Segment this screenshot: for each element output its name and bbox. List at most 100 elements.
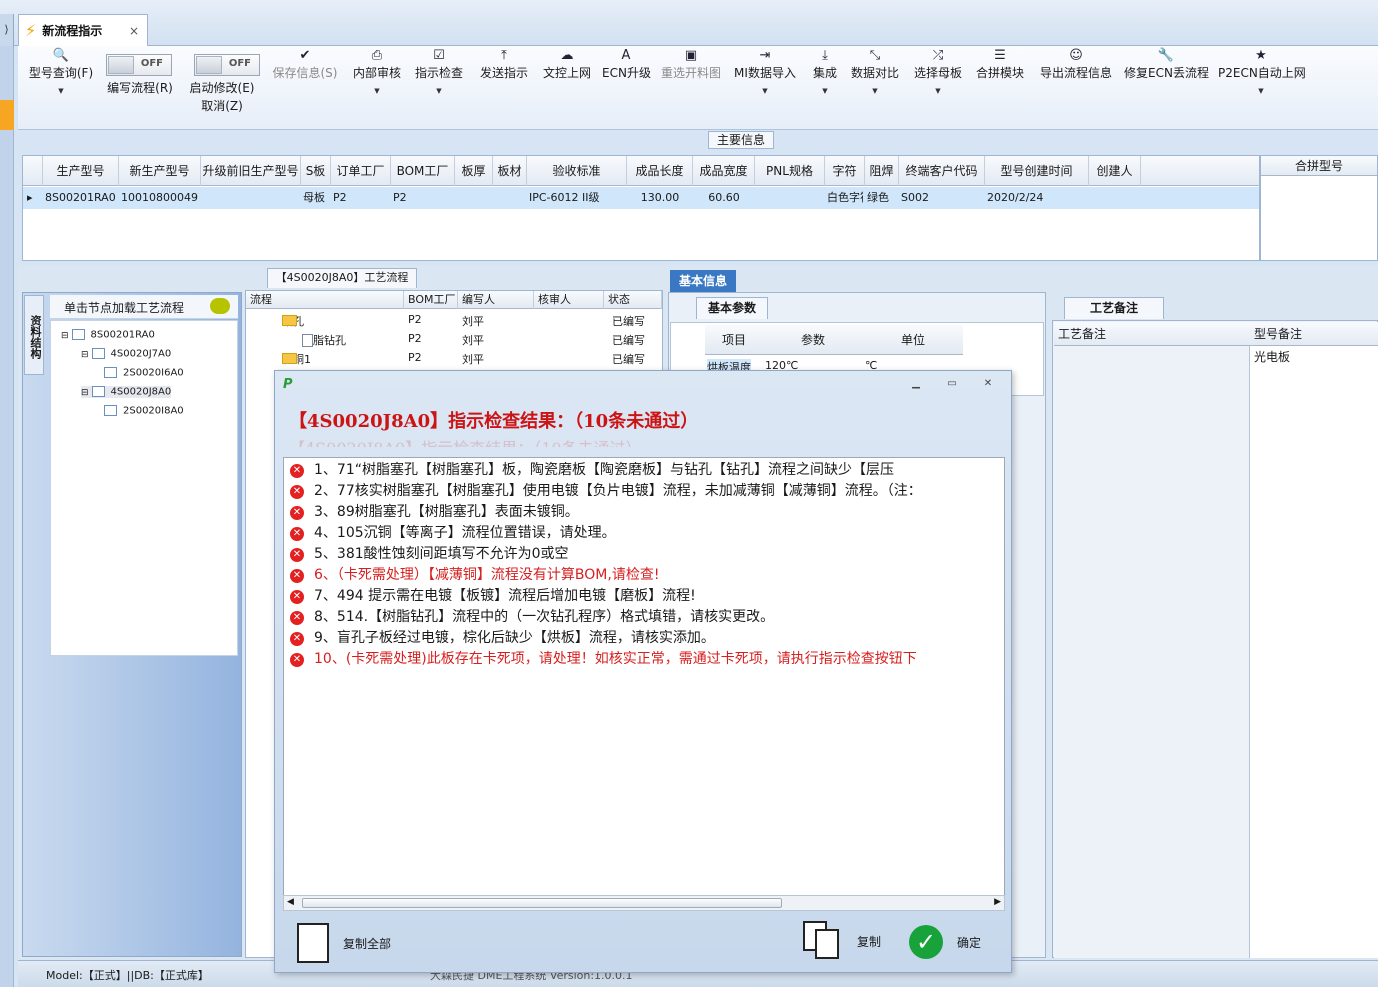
table-cell[interactable]: 130.00 — [629, 187, 691, 209]
tree-node[interactable]: 2S0020I6A0 — [101, 367, 184, 379]
tree-node[interactable]: ⊟ 8S00201RA0 — [61, 329, 155, 341]
ribbon-button-4[interactable]: ⤒ 发送指示 — [476, 48, 532, 82]
dropdown-arrow-icon[interactable]: ▼ — [414, 86, 464, 96]
table-cell[interactable] — [757, 187, 823, 209]
table-cell[interactable] — [495, 187, 525, 209]
dropdown-arrow-icon[interactable]: ▼ — [912, 86, 964, 96]
start-modify-label[interactable]: 启动修改(E) — [186, 80, 258, 97]
table-cell[interactable]: P2 — [393, 187, 453, 209]
scrollbar-thumb[interactable] — [302, 898, 782, 908]
tree-node[interactable]: ⊟ 4S0020J7A0 — [81, 348, 171, 360]
ribbon-button-6[interactable]: A ECN升级 — [602, 48, 651, 82]
column-header[interactable]: 验收标准 — [527, 156, 627, 186]
column-header[interactable]: 订单工厂 — [331, 156, 391, 186]
ribbon-button-3[interactable]: ☑ 指示检查 ▼ — [414, 48, 464, 96]
table-row[interactable]: 沉铜1P2刘平已编写 — [246, 349, 662, 368]
table-cell[interactable]: 母板 — [303, 187, 329, 209]
ribbon-button-13[interactable]: ☺ 导出流程信息 — [1036, 48, 1116, 82]
list-item[interactable]: ✕ 7、494 提示需在电镀【板镀】流程后增加电镀【磨板】流程! — [286, 586, 1002, 607]
table-cell[interactable]: P2 — [333, 187, 389, 209]
column-header[interactable]: 单位 — [863, 325, 963, 355]
ribbon-button-7[interactable]: ▣ 重选开料图 — [660, 48, 722, 82]
column-header[interactable]: 终端客户代码 — [899, 156, 985, 186]
table-cell[interactable]: 绿色 — [867, 187, 897, 209]
write-flow-toggle[interactable]: OFF — [106, 54, 172, 76]
ribbon-button-10[interactable]: ⤡ 数据对比 ▼ — [848, 48, 902, 96]
ribbon-button-15[interactable]: ★ P2ECN自动上网 ▼ — [1218, 48, 1306, 96]
close-tab-icon[interactable]: × — [129, 24, 139, 38]
table-cell[interactable]: 60.60 — [695, 187, 753, 209]
ribbon-button-2[interactable]: ⎙ 内部审核 ▼ — [352, 48, 402, 96]
column-header[interactable]: 核审人 — [534, 291, 604, 309]
ribbon-button-0[interactable]: 🔍 型号查询(F) ▼ — [24, 48, 98, 96]
table-cell[interactable] — [1091, 187, 1139, 209]
column-header[interactable]: 板厚 — [455, 156, 493, 186]
list-item[interactable]: ✕ 1、71“树脂塞孔【树脂塞孔】板，陶瓷磨板【陶瓷磨板】与钻孔【钻孔】流程之间缺… — [286, 460, 1002, 481]
table-cell[interactable]: 8S00201RA0 — [45, 187, 117, 209]
tab-new-flow-instruction[interactable]: ⚡ 新流程指示 × — [18, 14, 148, 46]
model-notes-value[interactable]: 光电板 — [1254, 348, 1290, 365]
close-icon[interactable]: ✕ — [977, 377, 999, 391]
cancel-label[interactable]: 取消(Z) — [186, 98, 258, 115]
ribbon-button-8[interactable]: ⇥ MI数据导入 ▼ — [734, 48, 796, 96]
table-cell[interactable]: 白色字符 — [827, 187, 863, 209]
collapse-sidebar-icon[interactable]: ⟩ — [0, 14, 14, 46]
ribbon-button-12[interactable]: ☰ 合拼模块 — [974, 48, 1026, 82]
copy-button[interactable]: 复制 — [803, 921, 881, 961]
horizontal-scrollbar[interactable]: ◀ ▶ — [283, 895, 1005, 911]
table-cell[interactable]: 2020/2/24 — [987, 187, 1087, 209]
ribbon-button-9[interactable]: ⤓ 集成 ▼ — [808, 48, 842, 96]
ribbon-button-14[interactable]: 🔧 修复ECN丢流程 — [1124, 48, 1209, 82]
column-header[interactable]: 新生产型号 — [119, 156, 201, 186]
table-cell[interactable]: S002 — [901, 187, 983, 209]
table-row[interactable]: 钻孔P2刘平已编写 — [246, 311, 662, 330]
scroll-left-icon[interactable]: ◀ — [287, 897, 294, 907]
column-header[interactable]: 状态 — [604, 291, 662, 309]
restore-icon[interactable]: ▭ — [941, 377, 963, 391]
column-header[interactable]: PNL规格 — [755, 156, 825, 186]
scroll-right-icon[interactable]: ▶ — [994, 897, 1001, 907]
ok-button[interactable]: ✓ 确定 — [909, 925, 981, 959]
column-header[interactable]: 编写人 — [458, 291, 534, 309]
column-header[interactable]: 项目 — [705, 325, 763, 355]
ribbon-button-1[interactable]: ✔ 保存信息(S) — [268, 48, 342, 82]
vertical-tab-structure[interactable]: 资料结构 — [24, 295, 44, 375]
dropdown-arrow-icon[interactable]: ▼ — [808, 86, 842, 96]
column-header[interactable]: 型号创建时间 — [985, 156, 1089, 186]
column-header[interactable]: BOM工厂 — [391, 156, 455, 186]
dropdown-arrow-icon[interactable]: ▼ — [848, 86, 902, 96]
copy-all-button[interactable]: 复制全部 — [297, 923, 391, 963]
column-header[interactable]: BOM工厂 — [404, 291, 458, 309]
column-header[interactable]: 流程 — [246, 291, 404, 309]
tab-basic-info[interactable]: 基本信息 — [670, 270, 736, 292]
ribbon-button-11[interactable]: ⤮ 选择母板 ▼ — [912, 48, 964, 96]
column-header[interactable]: 创建人 — [1089, 156, 1141, 186]
table-cell[interactable]: IPC-6012 II级 — [529, 187, 625, 209]
list-item[interactable]: ✕ 3、89树脂塞孔【树脂塞孔】表面未镀铜。 — [286, 502, 1002, 523]
check-result-list[interactable]: ✕ 1、71“树脂塞孔【树脂塞孔】板，陶瓷磨板【陶瓷磨板】与钻孔【钻孔】流程之间缺… — [283, 457, 1005, 903]
tab-basic-params[interactable]: 基本参数 — [696, 297, 768, 319]
column-header[interactable]: 成品宽度 — [693, 156, 755, 186]
list-item[interactable]: ✕ 6、（卡死需处理）【减薄铜】流程没有计算BOM,请检查! — [286, 565, 1002, 586]
dropdown-arrow-icon[interactable]: ▼ — [1218, 86, 1304, 96]
comment-bubble-icon[interactable] — [210, 298, 230, 314]
dropdown-arrow-icon[interactable]: ▼ — [24, 86, 98, 96]
table-row[interactable]: ▸8S00201RA010010800049706母板P2P2IPC-6012 … — [23, 187, 1259, 209]
column-header[interactable]: 升级前旧生产型号 — [201, 156, 301, 186]
start-modify-toggle[interactable]: OFF — [194, 54, 260, 76]
tree-node[interactable]: ⊟ 4S0020J8A0 — [81, 386, 172, 398]
list-item[interactable]: ✕ 2、77核实树脂塞孔【树脂塞孔】使用电镀【负片电镀】流程，未加减薄铜【减薄铜】… — [286, 481, 1002, 502]
expand-icon[interactable]: ⊟ — [81, 350, 89, 360]
table-cell[interactable] — [457, 187, 491, 209]
expand-icon[interactable]: ⊟ — [61, 331, 69, 341]
list-item[interactable]: ✕ 8、514.【树脂钻孔】流程中的（一次钻孔程序）格式填错，请核实更改。 — [286, 607, 1002, 628]
column-header[interactable]: 阻焊 — [865, 156, 899, 186]
dropdown-arrow-icon[interactable]: ▼ — [352, 86, 402, 96]
tab-process-notes[interactable]: 工艺备注 — [1064, 297, 1164, 319]
list-item[interactable]: ✕ 9、盲孔子板经过电镀，棕化后缺少【烘板】流程，请核实添加。 — [286, 628, 1002, 649]
tree-node[interactable]: 2S0020I8A0 — [101, 405, 184, 417]
list-item[interactable]: ✕ 4、105沉铜【等离子】流程位置错误，请处理。 — [286, 523, 1002, 544]
table-cell[interactable]: 10010800049706 — [121, 187, 199, 209]
column-header[interactable]: 字符 — [825, 156, 865, 186]
tab-process-flow[interactable]: 【4S0020J8A0】工艺流程 — [267, 268, 417, 288]
